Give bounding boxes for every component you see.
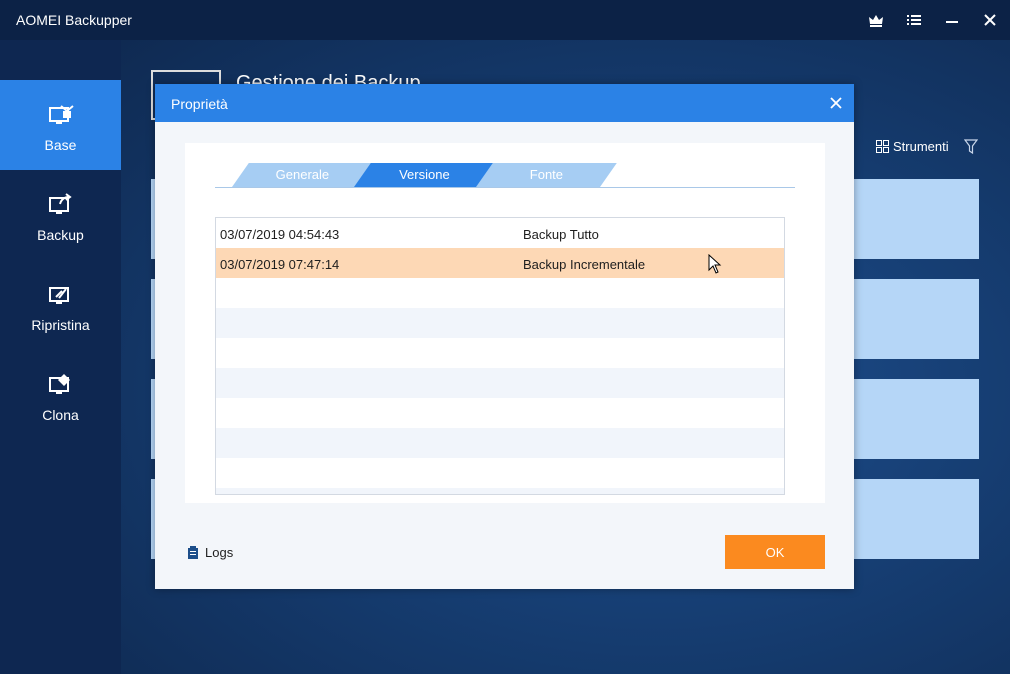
tab-fonte[interactable]: Fonte xyxy=(476,163,617,187)
empty-row xyxy=(216,428,784,458)
tab-label: Generale xyxy=(275,167,330,182)
backup-card[interactable] xyxy=(854,479,979,559)
backup-monitor-icon xyxy=(48,192,74,218)
tab-strip: Generale Versione Fonte xyxy=(215,163,795,189)
tab-underline xyxy=(215,187,795,188)
version-type: Backup Tutto xyxy=(523,227,599,242)
filter-icon[interactable] xyxy=(964,139,978,155)
sidebar: Base Backup Ripristina Clona xyxy=(0,40,121,674)
app-title: AOMEI Backupper xyxy=(16,12,132,28)
clone-monitor-icon xyxy=(48,372,74,398)
tools-label: Strumenti xyxy=(893,139,949,154)
properties-dialog: Proprietà Generale Versione Fonte 03/07/… xyxy=(155,84,854,589)
table-row[interactable]: 03/07/2019 04:54:43 Backup Tutto xyxy=(216,218,784,248)
sidebar-item-label: Base xyxy=(44,137,77,153)
sidebar-item-label: Clona xyxy=(42,407,79,423)
sidebar-item-backup[interactable]: Backup xyxy=(0,170,121,260)
empty-row xyxy=(216,368,784,398)
crown-icon[interactable] xyxy=(866,10,886,30)
sidebar-item-ripristina[interactable]: Ripristina xyxy=(0,260,121,350)
home-monitor-icon xyxy=(48,102,74,128)
app-titlebar: AOMEI Backupper xyxy=(0,0,1010,40)
backup-card[interactable] xyxy=(854,379,979,459)
tab-versione[interactable]: Versione xyxy=(354,163,495,187)
dialog-title: Proprietà xyxy=(171,96,228,112)
close-icon[interactable] xyxy=(980,10,1000,30)
clipboard-icon xyxy=(188,546,198,559)
ok-button[interactable]: OK xyxy=(725,535,825,569)
dialog-close-icon[interactable] xyxy=(828,95,844,111)
backup-card[interactable] xyxy=(854,179,979,259)
grid-icon xyxy=(876,140,889,153)
tab-generale[interactable]: Generale xyxy=(232,163,373,187)
restore-monitor-icon xyxy=(48,282,74,308)
empty-row xyxy=(216,278,784,308)
menu-icon[interactable] xyxy=(904,10,924,30)
dialog-panel: Generale Versione Fonte 03/07/2019 04:54… xyxy=(185,143,825,503)
version-list[interactable]: 03/07/2019 04:54:43 Backup Tutto 03/07/2… xyxy=(215,217,785,495)
empty-row xyxy=(216,338,784,368)
empty-row xyxy=(216,488,784,494)
mouse-cursor-icon xyxy=(708,254,722,274)
table-row[interactable]: 03/07/2019 07:47:14 Backup Incrementale xyxy=(216,248,784,278)
tools-button[interactable]: Strumenti xyxy=(876,139,949,154)
version-date: 03/07/2019 04:54:43 xyxy=(220,227,340,242)
empty-row xyxy=(216,398,784,428)
backup-card[interactable] xyxy=(854,279,979,359)
empty-row xyxy=(216,458,784,488)
sidebar-item-base[interactable]: Base xyxy=(0,80,121,170)
logs-label: Logs xyxy=(205,545,234,560)
tab-label: Fonte xyxy=(529,167,564,182)
dialog-titlebar: Proprietà xyxy=(155,84,854,122)
logs-link[interactable]: Logs xyxy=(187,545,233,560)
version-date: 03/07/2019 07:47:14 xyxy=(220,257,340,272)
empty-row xyxy=(216,308,784,338)
sidebar-item-label: Backup xyxy=(37,227,84,243)
tab-label: Versione xyxy=(399,167,450,182)
version-type: Backup Incrementale xyxy=(523,257,646,272)
minimize-icon[interactable] xyxy=(942,10,962,30)
sidebar-item-clona[interactable]: Clona xyxy=(0,350,121,440)
sidebar-item-label: Ripristina xyxy=(31,317,90,333)
